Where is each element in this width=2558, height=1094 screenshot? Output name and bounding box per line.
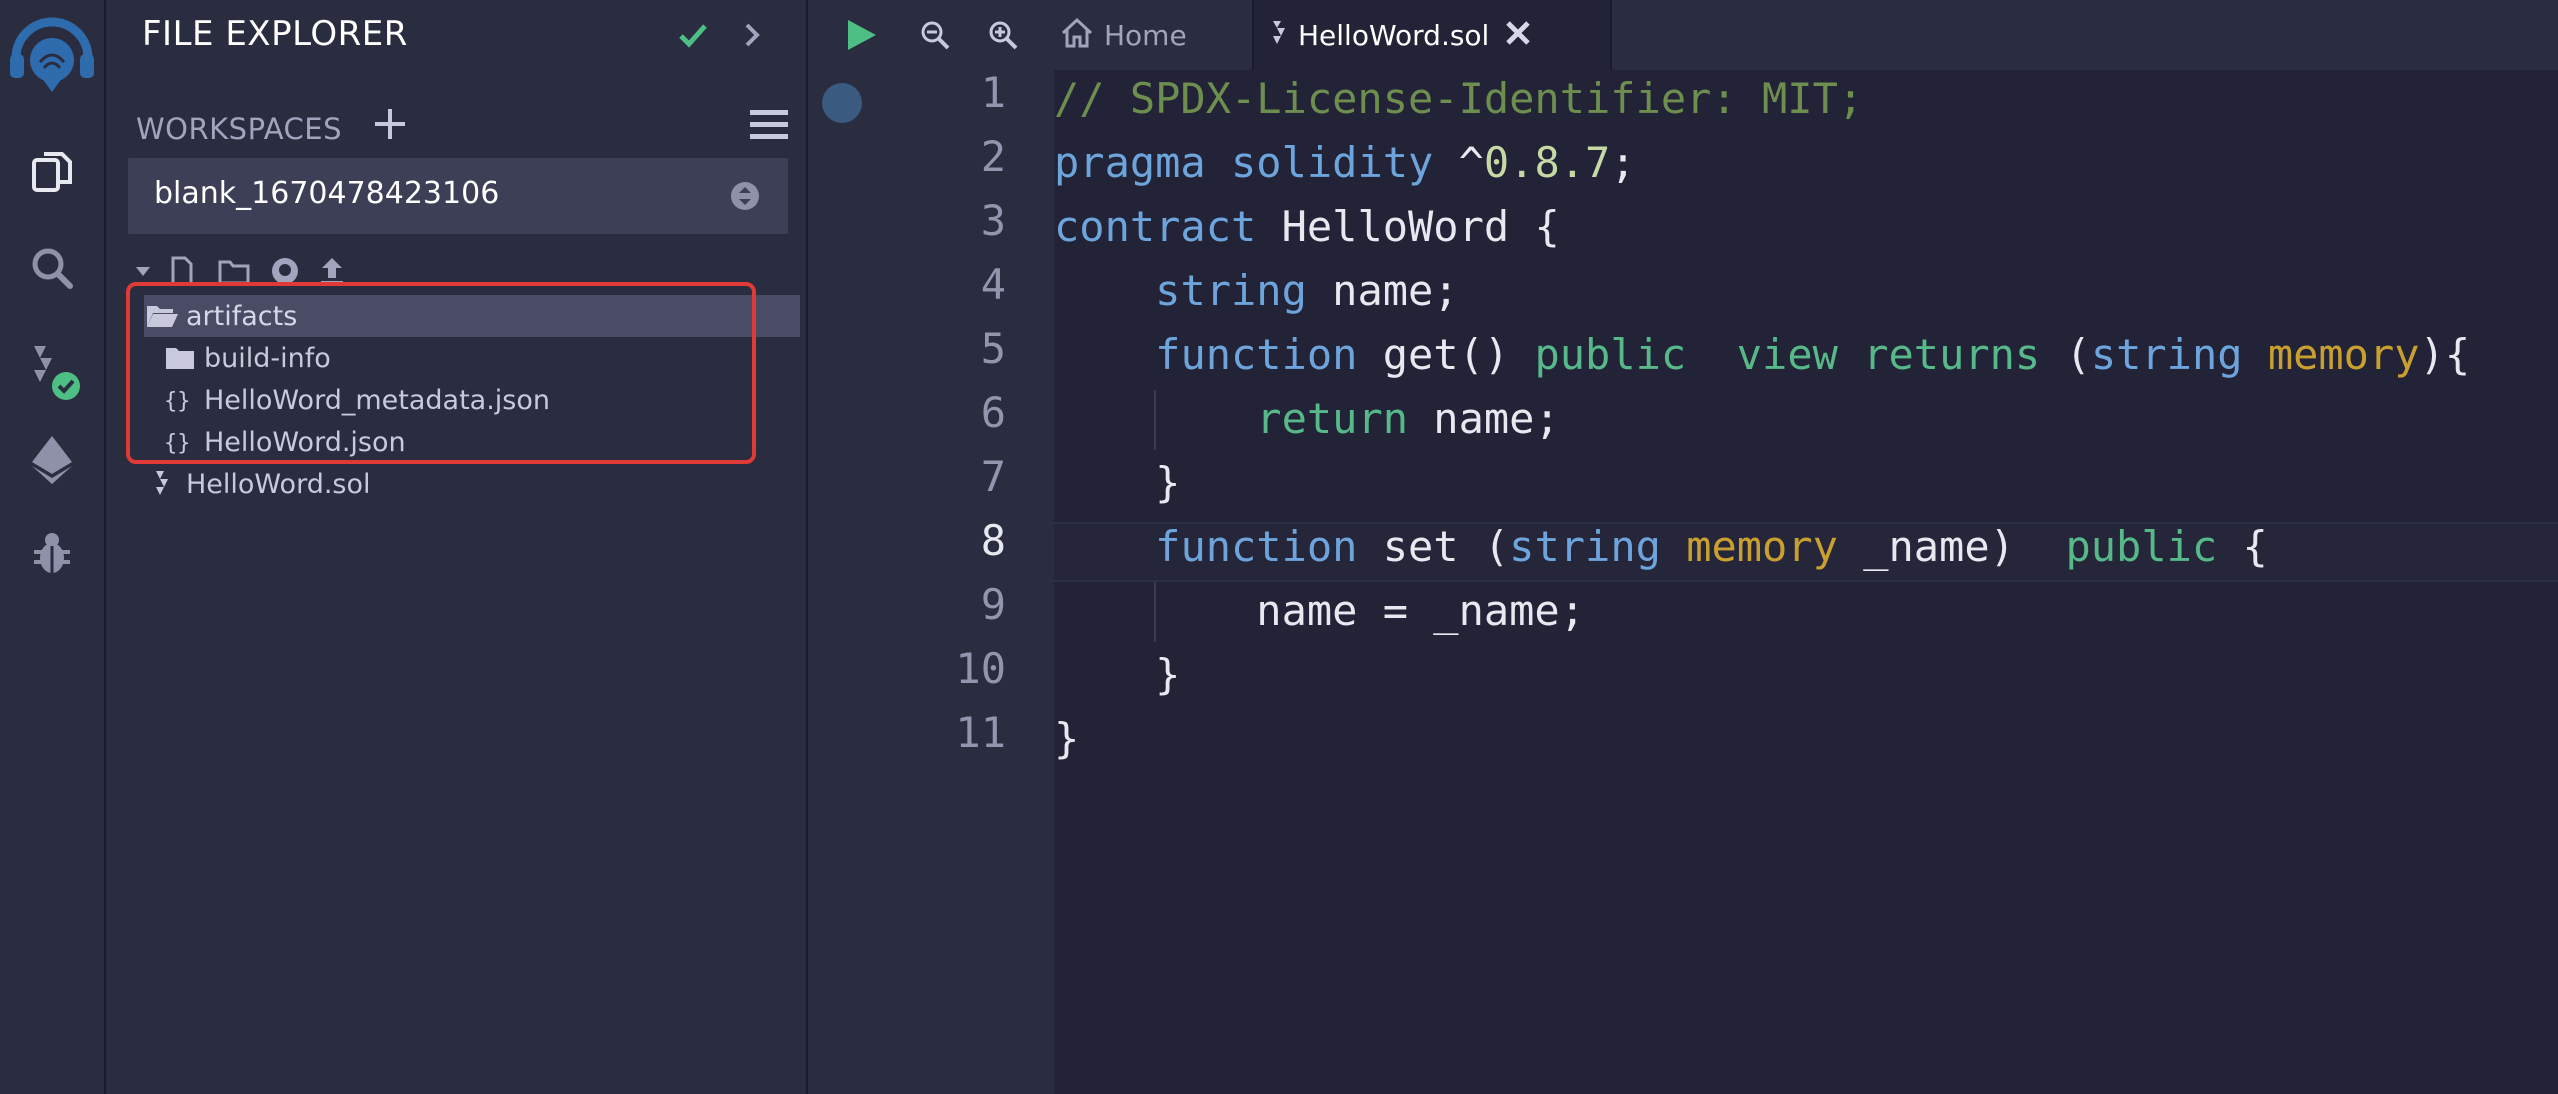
solidity-compiler-icon[interactable] (0, 340, 104, 404)
tab-file-label: HelloWord.sol (1298, 18, 1490, 52)
code-line-10: } (1054, 650, 1181, 699)
code-line-8: function set (string memory _name) publi… (1155, 522, 2268, 571)
workspaces-label: WORKSPACES (136, 112, 343, 146)
code-line-6: return name; (1256, 394, 1560, 443)
code-token: string (1509, 522, 1661, 571)
deploy-icon[interactable] (0, 434, 104, 486)
code-line-3: contract HelloWord { (1054, 202, 1560, 251)
line-number: 5 (980, 324, 1006, 373)
line-number-active: 8 (980, 516, 1006, 565)
editor-gutter: 1 2 3 4 5 6 7 8 9 10 11 (808, 68, 1054, 1094)
code-line-5: function get() public view returns (stri… (1155, 330, 2471, 379)
code-token: return (1256, 394, 1409, 443)
code-editor[interactable]: // SPDX-License-Identifier: MIT; pragma … (1054, 70, 2558, 1094)
solidity-file-icon (1270, 19, 1288, 51)
check-icon (678, 20, 708, 54)
close-icon[interactable] (1505, 20, 1531, 50)
code-token: memory (2267, 330, 2420, 379)
workspace-select-value: blank_1670478423106 (154, 176, 500, 211)
zoom-out-icon[interactable] (920, 20, 950, 54)
tab-helloword-sol[interactable]: HelloWord.sol (1252, 0, 1612, 70)
code-token: function (1155, 330, 1358, 379)
code-token: pragma (1054, 138, 1206, 187)
code-line-2: pragma solidity ^0.8.7; (1054, 138, 1636, 187)
zoom-in-icon[interactable] (988, 20, 1018, 54)
code-token: string (2090, 330, 2243, 379)
chevron-right-icon[interactable] (742, 22, 762, 52)
solidity-file-icon (144, 469, 180, 499)
line-number: 1 (980, 68, 1006, 117)
code-token: view (1736, 330, 1838, 379)
plus-icon[interactable] (372, 106, 408, 146)
breakpoint-marker[interactable] (822, 83, 862, 123)
explorer-title: FILE EXPLORER (142, 14, 408, 54)
files-icon[interactable] (0, 148, 104, 196)
line-number: 11 (955, 708, 1006, 757)
line-number: 3 (980, 196, 1006, 245)
file-explorer-panel: FILE EXPLORER WORKSPACES blank_167047842… (106, 0, 808, 1094)
code-token: contract (1054, 202, 1257, 251)
tree-item-helloword-sol[interactable]: HelloWord.sol (144, 463, 804, 505)
tab-home-label: Home (1104, 18, 1187, 52)
code-token: public (2065, 522, 2218, 571)
select-arrows-icon (730, 179, 760, 217)
tree-item-label: HelloWord.sol (186, 468, 371, 500)
remix-logo-icon[interactable] (0, 14, 104, 96)
code-token: // SPDX-License-Identifier: MIT; (1054, 74, 1864, 123)
highlight-annotation (126, 282, 756, 464)
line-number: 6 (980, 388, 1006, 437)
line-number: 9 (980, 580, 1006, 629)
code-token: solidity (1231, 138, 1434, 187)
line-number: 2 (980, 132, 1006, 181)
debug-icon[interactable] (0, 530, 104, 576)
code-token: string (1155, 266, 1307, 315)
code-line-7: } (1054, 458, 1181, 507)
hamburger-icon[interactable] (750, 108, 788, 146)
code-line-9: name = _name; (1054, 586, 1586, 635)
code-token: returns (1863, 330, 2041, 379)
run-icon[interactable] (844, 18, 878, 56)
icon-rail (0, 0, 106, 1094)
search-icon[interactable] (0, 246, 104, 290)
code-line-11: } (1054, 714, 1080, 763)
caret-down-icon[interactable] (134, 262, 152, 284)
line-number: 7 (980, 452, 1006, 501)
code-line-1: // SPDX-License-Identifier: MIT; (1054, 68, 1863, 130)
code-token: 0.8.7 (1483, 138, 1611, 187)
code-line-4: string name; (1155, 266, 1459, 315)
code-token: public (1534, 330, 1687, 379)
code-token: function (1155, 522, 1358, 571)
workspace-select[interactable]: blank_1670478423106 (128, 158, 788, 234)
line-number: 4 (980, 260, 1006, 309)
home-icon (1060, 17, 1094, 53)
line-number: 10 (955, 644, 1006, 693)
code-token: memory (1686, 522, 1838, 571)
editor-tab-bar: Home HelloWord.sol (808, 0, 2558, 70)
